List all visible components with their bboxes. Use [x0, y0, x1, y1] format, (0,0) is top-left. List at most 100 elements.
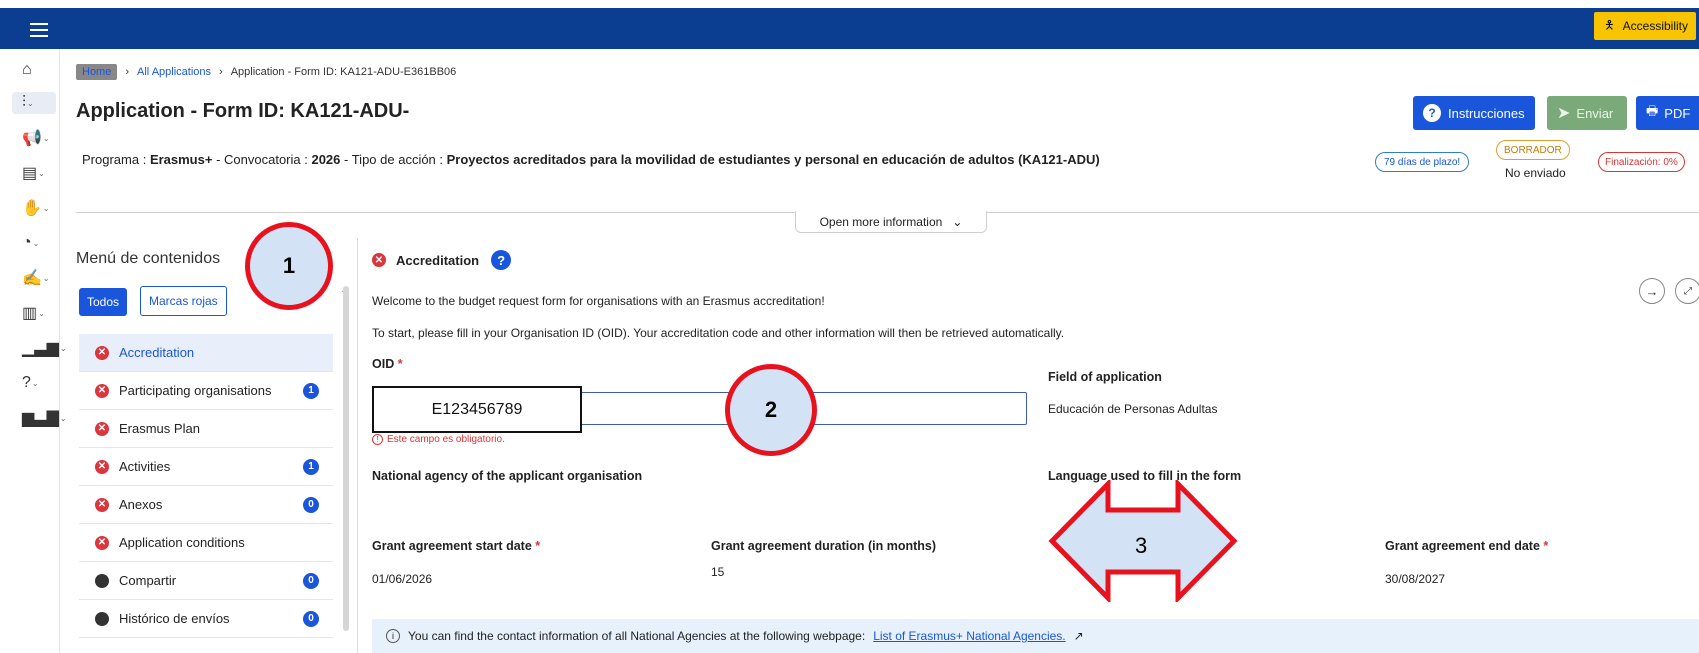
- count-badge: 0: [303, 610, 319, 627]
- menu-item-compartir[interactable]: Compartir 0: [79, 562, 333, 600]
- completion-badge: Finalización: 0%: [1598, 152, 1685, 172]
- programa-value: Erasmus+: [149, 152, 213, 167]
- oid-label-text: OID: [372, 357, 395, 371]
- count-badge: 1: [303, 458, 319, 475]
- status-badge: BORRADOR: [1496, 140, 1570, 160]
- breadcrumb-all-applications[interactable]: All Applications: [137, 66, 211, 78]
- info-banner: i You can find the contact information o…: [372, 619, 1699, 653]
- oid-value: E123456789: [372, 386, 582, 433]
- filter-all-button[interactable]: Todos: [79, 288, 128, 316]
- expand-icon[interactable]: ⤢: [1675, 278, 1699, 304]
- error-icon: ✕: [372, 253, 386, 267]
- info-text: You can find the contact information of …: [408, 629, 866, 643]
- breadcrumb-home[interactable]: Home: [76, 64, 118, 80]
- next-section-button[interactable]: →: [1639, 278, 1665, 304]
- duration-value: 15: [711, 565, 725, 579]
- plazo-badge: 79 días de plazo!: [1375, 152, 1470, 172]
- dashboard-icon[interactable]: ◔ ⌄: [22, 232, 50, 254]
- programa-prefix: Programa :: [82, 152, 147, 167]
- error-icon: ✕: [95, 421, 109, 436]
- tipo-prefix: - Tipo de acción :: [344, 152, 444, 167]
- menu-item-label: Compartir: [119, 573, 177, 588]
- neutral-status-icon: [95, 611, 109, 626]
- start-date-value: 01/06/2026: [372, 572, 433, 586]
- pdf-button[interactable]: 🖶 PDF: [1636, 96, 1699, 130]
- document-icon[interactable]: ▤ ⌄: [22, 162, 50, 184]
- required-marker: *: [1543, 539, 1549, 553]
- question-icon: ?: [1423, 104, 1441, 122]
- redaction-mask: [413, 82, 743, 136]
- hand-icon[interactable]: ✋ ⌄: [22, 197, 50, 219]
- menu-item-accreditation[interactable]: ✕ Accreditation: [79, 334, 333, 372]
- required-marker: *: [397, 357, 403, 371]
- menu-item-participating-organisations[interactable]: ✕ Participating organisations 1: [79, 372, 333, 410]
- bar-chart-icon[interactable]: ▁▃▆ ⌄: [22, 337, 67, 359]
- menu-item-erasmus-plan[interactable]: ✕ Erasmus Plan: [79, 410, 333, 448]
- error-icon: ✕: [95, 459, 109, 474]
- end-date-label-text: Grant agreement end date: [1385, 539, 1540, 553]
- breadcrumb-separator-icon: ›: [125, 66, 130, 78]
- end-date-label: Grant agreement end date *: [1385, 539, 1548, 553]
- field-of-application-label: Field of application: [1048, 370, 1162, 384]
- instructions-text: To start, please fill in your Organisati…: [372, 326, 1065, 340]
- annotation-callout-1: 1: [245, 222, 333, 310]
- help-icon[interactable]: ?: [491, 250, 512, 270]
- menu-item-label: Anexos: [119, 497, 163, 512]
- panel-divider: [357, 238, 358, 653]
- sliders-icon[interactable]: ⫶ ⌄: [12, 92, 56, 114]
- menu-scrollbar[interactable]: [343, 286, 349, 631]
- menu-item-label: Application conditions: [119, 535, 245, 550]
- accessibility-icon: 🯅: [1604, 17, 1615, 32]
- home-icon[interactable]: ⌂: [22, 59, 50, 81]
- error-icon: ✕: [95, 497, 109, 512]
- menu-item-historico-envios[interactable]: Histórico de envíos 0: [79, 600, 333, 638]
- report-icon[interactable]: ▆▃▇ ⌄: [22, 407, 67, 429]
- national-agency-label: National agency of the applicant organis…: [372, 469, 643, 483]
- menu-item-anexos[interactable]: ✕ Anexos 0: [79, 486, 333, 524]
- start-date-label: Grant agreement start date *: [372, 539, 540, 553]
- welcome-text: Welcome to the budget request form for o…: [372, 294, 825, 308]
- page-title: Application - Form ID: KA121-ADU-: [76, 100, 410, 122]
- national-agencies-link[interactable]: List of Erasmus+ National Agencies.: [873, 629, 1065, 643]
- enviar-button[interactable]: ➤ Enviar: [1547, 96, 1627, 130]
- oid-error: ! Este campo es obligatorio.: [372, 434, 505, 445]
- menu-title: Menú de contenidos: [76, 250, 221, 267]
- filter-red-flags-button[interactable]: Marcas rojas: [140, 286, 227, 316]
- menu-item-label: Erasmus Plan: [119, 421, 200, 436]
- accessibility-button[interactable]: 🯅 Accessibility: [1594, 12, 1696, 40]
- error-icon: !: [372, 434, 383, 445]
- accessibility-label: Accessibility: [1622, 19, 1688, 33]
- menu-item-label: Participating organisations: [119, 383, 272, 398]
- building-icon[interactable]: ▥ ⌄: [22, 302, 50, 324]
- instrucciones-label: Instrucciones: [1448, 105, 1525, 121]
- duration-label: Grant agreement duration (in months): [711, 539, 937, 553]
- help-icon[interactable]: ? ⌄: [22, 372, 50, 394]
- hamburger-menu-icon[interactable]: [30, 23, 48, 37]
- open-more-info-button[interactable]: Open more information ⌄: [795, 211, 987, 233]
- count-badge: 1: [303, 382, 319, 399]
- send-status: No enviado: [1505, 166, 1566, 180]
- section-title: Accreditation: [396, 252, 480, 268]
- oid-error-text: Este campo es obligatorio.: [387, 434, 505, 445]
- menu-item-activities[interactable]: ✕ Activities 1: [79, 448, 333, 486]
- required-marker: *: [535, 539, 541, 553]
- convocatoria-prefix: - Convocatoria :: [216, 152, 308, 167]
- annotation-arrow-label: 3: [1135, 533, 1148, 558]
- convocatoria-value: 2026: [311, 152, 341, 167]
- programa-line: Programa : Erasmus+ - Convocatoria : 202…: [82, 152, 1100, 167]
- menu-item-label: Histórico de envíos: [119, 611, 230, 626]
- top-bar: 🯅 Accessibility: [0, 0, 1699, 49]
- printer-icon: 🖶: [1646, 103, 1659, 118]
- annotation-callout-2: 2: [725, 364, 817, 456]
- sign-icon[interactable]: ✍ ⌄: [22, 267, 50, 289]
- count-badge: 0: [303, 572, 319, 589]
- error-icon: ✕: [95, 535, 109, 550]
- megaphone-icon[interactable]: 📢 ⌄: [22, 127, 50, 149]
- instrucciones-button[interactable]: ? Instrucciones: [1413, 96, 1535, 130]
- breadcrumb-current: Application - Form ID: KA121-ADU-E361BB0…: [230, 66, 457, 78]
- breadcrumb: Home › All Applications › Application - …: [76, 64, 456, 80]
- pdf-label: PDF: [1664, 105, 1691, 121]
- open-more-label: Open more information: [819, 214, 943, 229]
- end-date-value: 30/08/2027: [1385, 572, 1446, 586]
- menu-item-application-conditions[interactable]: ✕ Application conditions: [79, 524, 333, 562]
